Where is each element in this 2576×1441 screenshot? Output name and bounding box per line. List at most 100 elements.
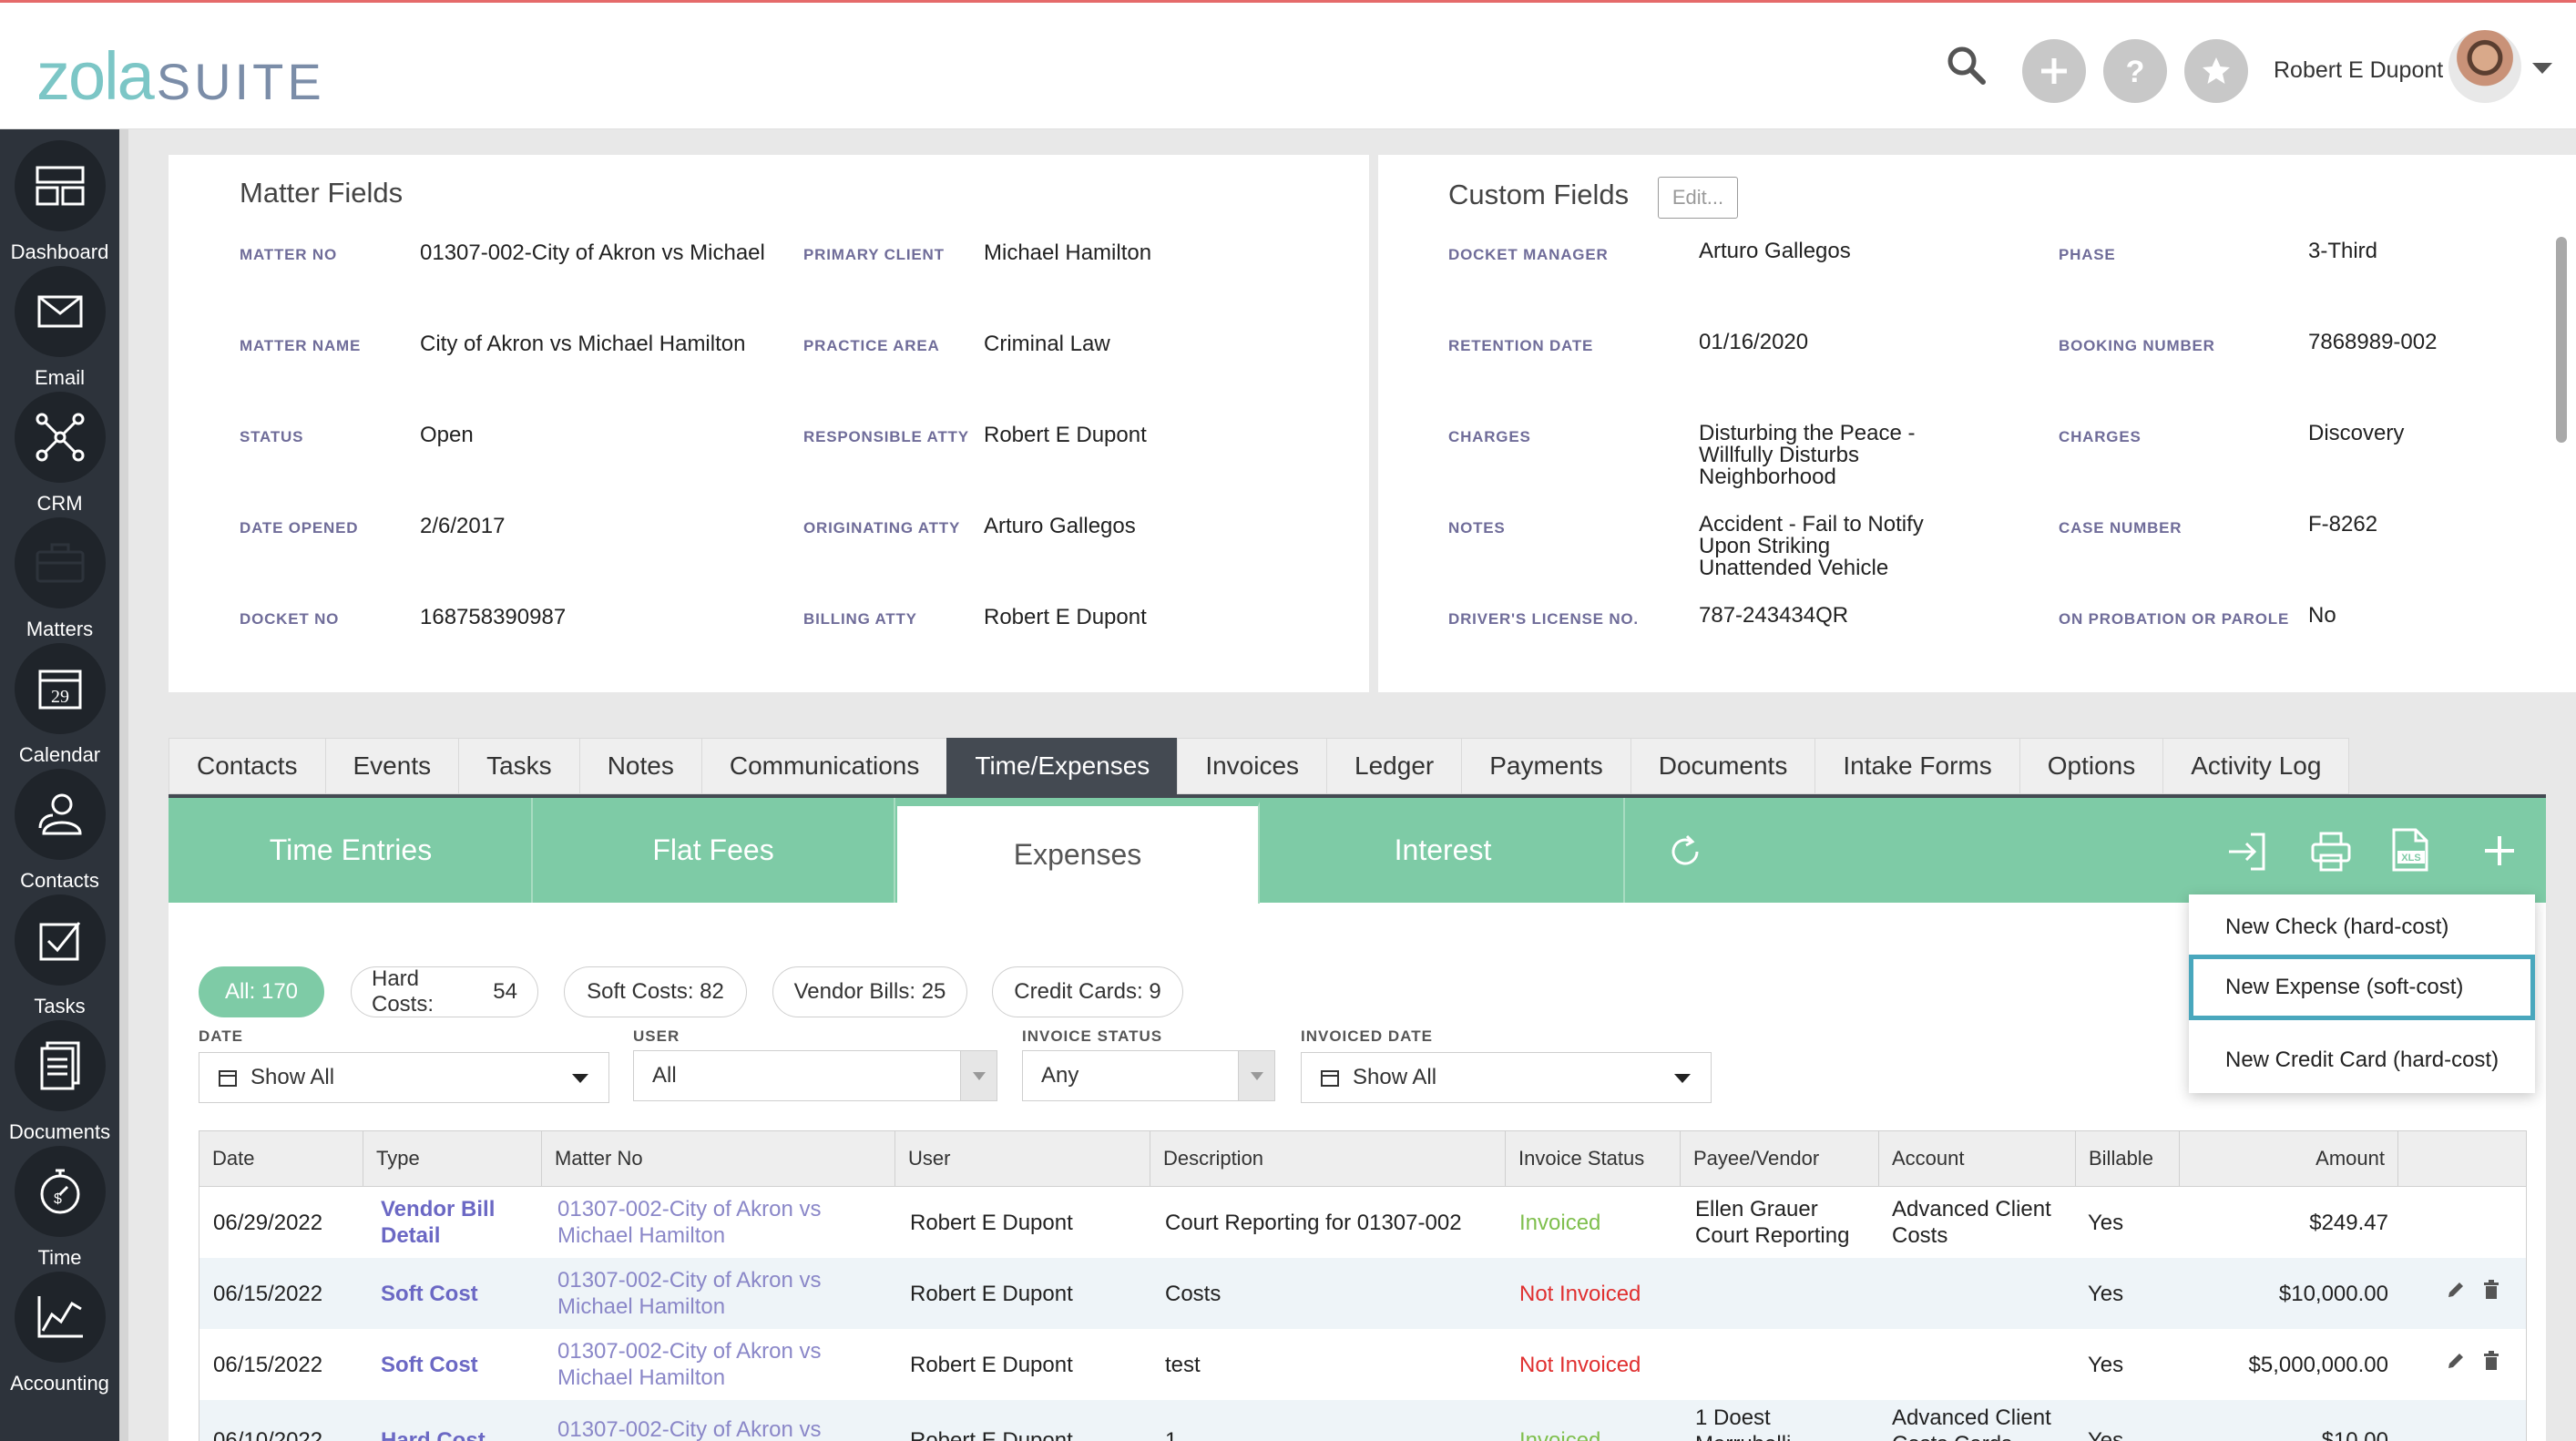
column-header-date[interactable]: Date <box>199 1130 363 1187</box>
field-value: 168758390987 <box>420 605 567 629</box>
user-name[interactable]: Robert E Dupont <box>2274 57 2443 84</box>
menu-item-new-check[interactable]: New Check (hard-cost) <box>2189 894 2535 960</box>
sidebar-item-label: Documents <box>8 1120 111 1143</box>
calendar-icon: 29 <box>14 643 106 734</box>
avatar[interactable] <box>2448 30 2521 103</box>
cell-type[interactable]: Soft Cost <box>381 1352 478 1378</box>
cell-amount: $249.47 <box>2309 1211 2388 1235</box>
tab-communications[interactable]: Communications <box>700 738 947 794</box>
edit-custom-fields-button[interactable]: Edit... <box>1658 177 1738 219</box>
table-row[interactable]: 06/29/2022 Vendor Bill Detail 01307-002-… <box>199 1187 2527 1258</box>
cell-date: 06/10/2022 <box>213 1428 323 1441</box>
cell-billable: Yes <box>2088 1353 2124 1377</box>
cell-matter-link[interactable]: 01307-002-City of Akron vs Michael Hamil… <box>557 1338 822 1391</box>
sidebar-item-dashboard[interactable]: Dashboard <box>0 140 119 266</box>
tab-ledger[interactable]: Ledger <box>1326 738 1462 794</box>
tab-contacts[interactable]: Contacts <box>169 738 325 794</box>
cell-matter-link[interactable]: 01307-002-City of Akron vs Michael Hamil… <box>557 1267 822 1320</box>
column-header-description[interactable]: Description <box>1150 1130 1506 1187</box>
edit-pencil-icon[interactable] <box>2446 1280 2466 1305</box>
tab-payments[interactable]: Payments <box>1461 738 1630 794</box>
column-header-payee-vendor[interactable]: Payee/Vendor <box>1681 1130 1879 1187</box>
import-icon[interactable] <box>2225 831 2267 877</box>
tab-options[interactable]: Options <box>2019 738 2163 794</box>
page-scrollbar-thumb[interactable] <box>2556 237 2567 443</box>
column-header-user[interactable]: User <box>895 1130 1150 1187</box>
sidebar-item-tasks[interactable]: Tasks <box>0 894 119 1020</box>
trash-icon[interactable] <box>2482 1351 2500 1376</box>
pill-label: Hard Costs: <box>372 966 434 1017</box>
field-value: 2/6/2017 <box>420 514 506 538</box>
sidebar-item-matters[interactable]: Matters <box>0 517 119 643</box>
cell-type[interactable]: Soft Cost <box>381 1281 478 1307</box>
tab-tasks[interactable]: Tasks <box>458 738 579 794</box>
sidebar-item-label: Email <box>34 366 85 389</box>
sidebar-item-email[interactable]: Email <box>0 266 119 392</box>
tab-activity-log[interactable]: Activity Log <box>2162 738 2350 794</box>
sidebar-item-accounting[interactable]: Accounting <box>0 1272 119 1397</box>
sidebar-item-label: Contacts <box>20 869 99 892</box>
sidebar: Dashboard Email CRM Matters 29 Calendar … <box>0 129 119 1441</box>
column-header-matter-no[interactable]: Matter No <box>542 1130 895 1187</box>
export-xls-icon[interactable]: XLS <box>2388 827 2432 877</box>
invoiced-date-filter-select[interactable]: Show All <box>1301 1052 1712 1103</box>
table-row[interactable]: 06/10/2022 Hard Cost 01307-002-City of A… <box>199 1400 2527 1441</box>
filter-pill-hard-costs[interactable]: Hard Costs: 54 <box>351 966 538 1017</box>
envelope-icon <box>14 266 106 357</box>
invoice-status-filter-select[interactable]: Any <box>1022 1050 1275 1101</box>
field-label: CASE NUMBER <box>2059 519 2182 537</box>
filter-pill-credit-cards[interactable]: Credit Cards: 9 <box>992 966 1183 1017</box>
favorites-star-icon[interactable] <box>2184 39 2248 103</box>
tab-invoices[interactable]: Invoices <box>1177 738 1327 794</box>
date-filter-select[interactable]: Show All <box>199 1052 609 1103</box>
add-new-icon[interactable] <box>2022 39 2086 103</box>
trash-icon[interactable] <box>2482 1280 2500 1305</box>
tab-notes[interactable]: Notes <box>578 738 701 794</box>
user-filter-select[interactable]: All <box>633 1050 997 1101</box>
user-menu-caret-icon[interactable] <box>2532 63 2552 74</box>
tab-intake-forms[interactable]: Intake Forms <box>1814 738 2019 794</box>
subtab-interest[interactable]: Interest <box>1262 798 1625 903</box>
help-icon[interactable]: ? <box>2103 39 2167 103</box>
chart-icon <box>14 1272 106 1363</box>
sidebar-item-time[interactable]: $ Time <box>0 1146 119 1272</box>
filter-pill-all[interactable]: All: 170 <box>199 966 324 1017</box>
field-label: DATE OPENED <box>240 519 359 537</box>
dashboard-icon <box>14 140 106 231</box>
table-row[interactable]: 06/15/2022 Soft Cost 01307-002-City of A… <box>199 1258 2527 1329</box>
menu-item-new-expense[interactable]: New Expense (soft-cost) <box>2189 955 2535 1020</box>
sidebar-item-calendar[interactable]: 29 Calendar <box>0 643 119 769</box>
add-expense-icon[interactable] <box>2481 833 2518 874</box>
cell-type[interactable]: Vendor Bill Detail <box>381 1196 495 1249</box>
search-icon[interactable] <box>1945 44 1988 87</box>
menu-item-new-credit-card[interactable]: New Credit Card (hard-cost) <box>2189 1027 2535 1093</box>
cell-description: 1 <box>1165 1428 1178 1441</box>
sidebar-item-crm[interactable]: CRM <box>0 392 119 517</box>
sidebar-item-contacts[interactable]: Contacts <box>0 769 119 894</box>
table-row[interactable]: 06/15/2022 Soft Cost 01307-002-City of A… <box>199 1329 2527 1400</box>
cell-matter-link[interactable]: 01307-002-City of Akron vs <box>557 1416 822 1441</box>
subtab-time-entries[interactable]: Time Entries <box>170 798 533 903</box>
refresh-icon[interactable] <box>1667 833 1703 874</box>
column-header-account[interactable]: Account <box>1879 1130 2076 1187</box>
tab-events[interactable]: Events <box>324 738 459 794</box>
edit-pencil-icon[interactable] <box>2446 1351 2466 1376</box>
cell-invoice-status: Invoiced <box>1519 1211 1601 1235</box>
column-header-type[interactable]: Type <box>363 1130 542 1187</box>
print-icon[interactable] <box>2310 831 2352 877</box>
filter-pill-vendor-bills[interactable]: Vendor Bills: 25 <box>772 966 967 1017</box>
field-value: No <box>2308 603 2336 628</box>
subtab-expenses[interactable]: Expenses <box>897 802 1260 904</box>
cell-matter-link[interactable]: 01307-002-City of Akron vs Michael Hamil… <box>557 1196 822 1249</box>
subtab-flat-fees[interactable]: Flat Fees <box>533 798 895 903</box>
zolasuite-logo[interactable]: zola SUITE <box>36 37 325 114</box>
tab-time-expenses[interactable]: Time/Expenses <box>946 738 1178 794</box>
column-header-billable[interactable]: Billable <box>2076 1130 2180 1187</box>
cell-type[interactable]: Hard Cost <box>381 1427 486 1441</box>
filter-pill-soft-costs[interactable]: Soft Costs: 82 <box>564 966 747 1017</box>
sidebar-item-documents[interactable]: Documents <box>0 1020 119 1146</box>
tab-documents[interactable]: Documents <box>1630 738 1815 794</box>
column-header-amount[interactable]: Amount <box>2180 1130 2398 1187</box>
column-header-invoice-status[interactable]: Invoice Status <box>1506 1130 1681 1187</box>
sidebar-scrollbar[interactable] <box>119 129 128 1441</box>
